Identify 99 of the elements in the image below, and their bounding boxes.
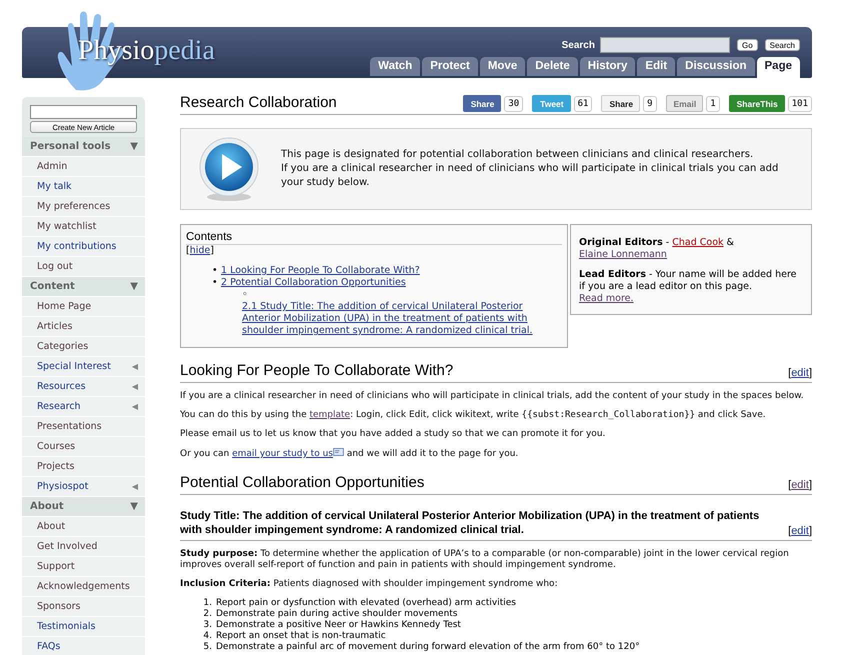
search-button[interactable]: Search [764,39,800,51]
section-title: Content [30,281,75,292]
tab[interactable]: Delete [527,57,578,76]
list-number: 3. [202,620,212,631]
bullet: • [212,265,219,277]
link[interactable]: template [309,410,350,420]
go-button[interactable]: Go [736,39,758,51]
section-heading: Looking For People To Collaborate With? [180,362,454,379]
sidebar-item[interactable]: Get Involved [22,537,145,557]
edit-link[interactable]: [edit] [788,479,812,491]
editors-text: Lead Editors - Your name will be added here if you are a lead editor on this page. Read more. [579,269,798,305]
section-heading: Study Title: The addition of cervical Unilateral Posterior Anterior Mobilization (UPA) in the treatment of patients with shoulder impingement syndrome: A randomized clinical trial. [180,509,760,537]
sidebar-item[interactable]: Testimonials [22,617,145,637]
contents-link[interactable]: 1 Looking For People To Collaborate With? [221,265,420,277]
list-number: 4. [202,631,212,642]
sidebar-item[interactable]: Log out [22,257,145,277]
sidebar-item[interactable]: My contributions [22,237,145,257]
tab[interactable]: Move [480,57,526,76]
body-text: Study purpose: To determine whether the application of UPA’s to a comparable (or non-comparable) joint in the lower cervical region improves overall self-report of function and pain in patients with should impingement syndrome. [180,549,790,571]
collapse-arrow-icon: ▼ [130,501,138,512]
list-item: Report pain or dysfunction with elevated (overhead) arm activities [216,598,516,609]
notice-text: This page is designated for potential collaboration between clinicians and clinical researchers. [281,148,754,162]
sidebar-section-header[interactable]: Personal tools ▼ [22,137,145,157]
section-heading: Potential Collaboration Opportunities [180,474,424,491]
submenu-arrow-icon: ◀ [132,402,138,411]
search-field[interactable] [600,37,730,53]
notice-text: If you are a clinical researcher in need of clinicians who will participate in clinical trials you can add your study below. [281,162,780,190]
collapse-arrow-icon: ▼ [130,281,138,292]
sidebar-item[interactable]: Home Page [22,297,145,317]
hide-toggle[interactable]: [hide] [186,245,562,256]
sidebar-item[interactable]: Research ◀ [22,397,145,417]
list-item: Demonstrate a positive Neer or Hawkins Kennedy Test [216,620,461,631]
share-button[interactable]: Email [666,95,704,112]
share-count: 61 [574,96,592,112]
list-item: Demonstrate pain during active shoulder movements [216,609,458,620]
sidebar-section-header[interactable]: About ▼ [22,497,145,517]
edit-link[interactable]: [edit] [788,367,812,379]
submenu-arrow-icon: ◀ [132,362,138,371]
sidebar-item[interactable]: Sponsors [22,597,145,617]
submenu-arrow-icon: ◀ [132,482,138,491]
sidebar-item[interactable]: Physiospot ◀ [22,477,145,497]
list-number: 2. [202,609,212,620]
contents-link[interactable]: 2 Potential Collaboration Opportunities [221,277,406,289]
bullet: ◦ [242,289,249,301]
sidebar-section-header[interactable]: Content ▼ [22,277,145,297]
body-text: Inclusion Criteria: Patients diagnosed with shoulder impingement syndrome who: [180,579,559,590]
share-button[interactable]: Share [601,95,640,112]
search-label: Search [562,40,595,50]
sidebar-item[interactable]: About [22,517,145,537]
sidebar-item[interactable]: Support [22,557,145,577]
share-count: 9 [643,96,657,112]
sidebar-item[interactable]: Acknowledgements [22,577,145,597]
section-title: About [30,501,64,512]
sidebar-item[interactable]: Presentations [22,417,145,437]
tab[interactable]: History [580,57,636,76]
share-button[interactable]: Share [462,95,502,112]
editors-text: Original Editors - Chad Cook & Elaine Lonnemann [579,237,735,261]
envelope-icon [332,448,344,456]
sidebar-item[interactable]: Projects [22,457,145,477]
share-count: 1 [706,96,720,112]
share-count: 30 [504,96,524,112]
list-number: 5. [202,642,212,653]
sidebar-item[interactable]: FAQs [22,637,145,655]
tab[interactable]: Page [756,57,800,78]
edit-link[interactable]: [edit] [788,525,812,537]
body-text: You can do this by using the template: Login, click Edit, click wikitext, write {{subst:Research_Collaboration}} and click Save. [180,410,767,421]
tab[interactable]: Edit [637,57,676,76]
tab[interactable]: Watch [370,57,420,76]
body-text: Please email us to let us know that you have added a study so that we can promote it for you. [180,429,606,440]
email-link[interactable]: email your study to us [232,449,333,459]
sidebar-item[interactable]: Articles [22,317,145,337]
bullet: • [212,277,219,289]
sidebar-item[interactable]: Admin [22,157,145,177]
sidebar-item[interactable]: Courses [22,437,145,457]
tab[interactable]: Protect [422,57,478,76]
contents-link[interactable]: 2.1 Study Title: The addition of cervical Unilateral Posterior Anterior Mobilization (UPA) in the treatment of patients with shoulder impingement syndrome: A randomized clinical trial. [242,301,562,337]
body-text: If you are a clinical researcher in need of clinicians who will participate in clinical trials, add the content of your study in the spaces below. [180,391,805,402]
sidebar-item[interactable]: Resources ◀ [22,377,145,397]
list-number: 1. [202,598,212,609]
share-button[interactable]: ShareThis [728,95,785,112]
sidebar-item[interactable]: Special Interest ◀ [22,357,145,377]
link[interactable]: Read more. [579,293,634,304]
sidebar-item[interactable]: Categories [22,337,145,357]
section-title: Personal tools [30,141,111,152]
tab[interactable]: Discussion [677,57,754,76]
share-count: 101 [788,96,812,112]
author-link[interactable]: Chad Cook [672,237,724,248]
body-text: Or you can email your study to us and we will add it to the page for you. [180,448,520,460]
submenu-arrow-icon: ◀ [132,382,138,391]
article-name-field[interactable] [30,105,137,119]
contents-title: Contents [186,231,562,245]
list-item: Demonstrate a painful arc of movement during forward elevation of the arm from 60° to 120° [216,642,640,653]
sidebar-item[interactable]: My talk [22,177,145,197]
link[interactable]: Elaine Lonnemann [579,249,667,260]
sidebar-item[interactable]: My preferences [22,197,145,217]
list-item: Report an onset that is non-traumatic [216,631,386,642]
collapse-arrow-icon: ▼ [130,141,138,152]
sidebar-item[interactable]: My watchlist [22,217,145,237]
page-title: Research Collaboration [180,94,337,111]
